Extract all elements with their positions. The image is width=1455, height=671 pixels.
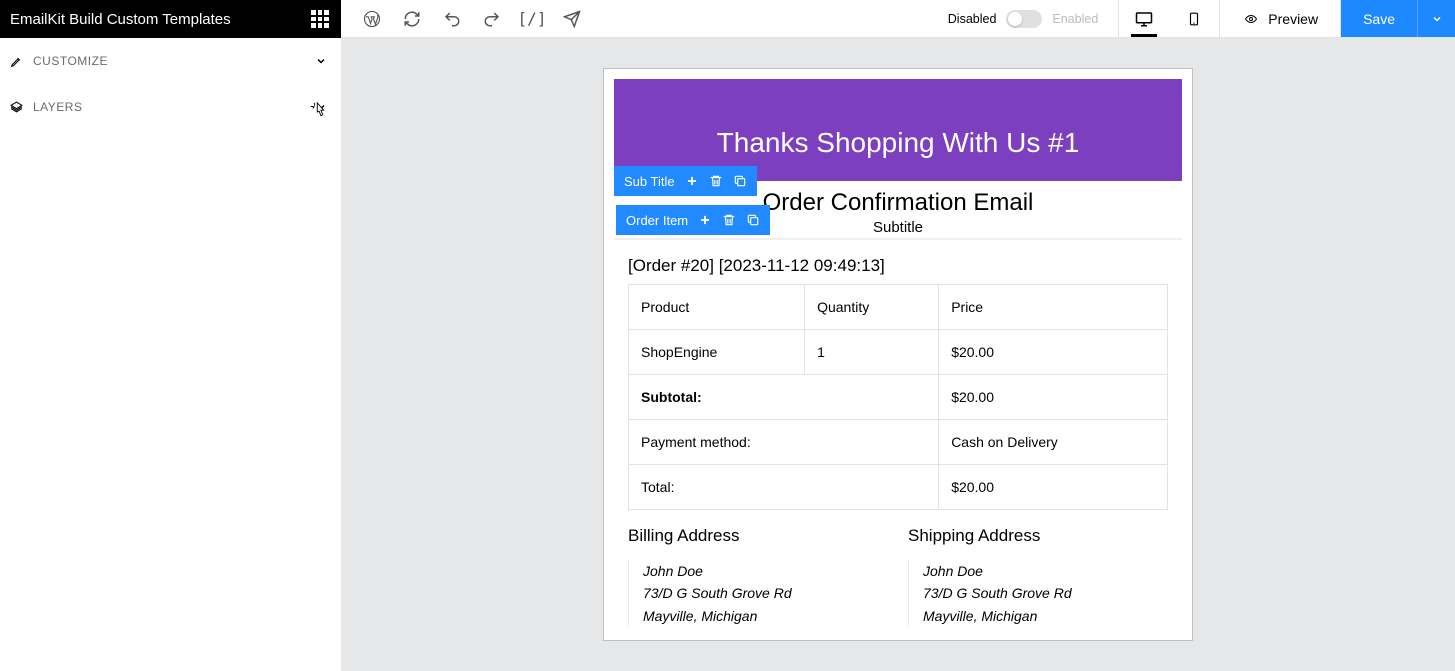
trash-icon[interactable] <box>709 174 723 188</box>
addr-name: John Doe <box>923 560 1168 582</box>
device-mobile-button[interactable] <box>1169 0 1219 37</box>
widget-tag-orderitem: Order Item <box>616 205 770 235</box>
panel-layers[interactable]: LAYERS <box>0 84 341 130</box>
redo-icon[interactable] <box>483 10 501 28</box>
chevron-down-icon <box>1431 13 1443 25</box>
order-table: Product Quantity Price ShopEngine 1 $20.… <box>628 284 1168 510</box>
app-title: EmailKit Build Custom Templates <box>10 11 231 28</box>
panel-customize[interactable]: CUSTOMIZE <box>0 38 341 84</box>
eye-icon <box>1242 13 1260 25</box>
total-label: Total: <box>629 465 939 510</box>
widget-tag-label: Sub Title <box>624 174 675 189</box>
payment-label: Payment method: <box>629 420 939 465</box>
cell-quantity: 1 <box>805 330 939 375</box>
apps-grid-icon[interactable] <box>311 10 329 28</box>
payment-value: Cash on Delivery <box>939 420 1168 465</box>
addr-city: Mayville, Michigan <box>643 605 888 627</box>
chevron-down-icon <box>315 55 327 67</box>
addresses[interactable]: Billing Address John Doe 73/D G South Gr… <box>614 526 1182 647</box>
canvas[interactable]: Thanks Shopping With Us #1 Sub Title <box>341 38 1455 671</box>
save-dropdown-button[interactable] <box>1417 0 1455 37</box>
hero-title: Thanks Shopping With Us #1 <box>634 127 1162 159</box>
order-meta: [Order #20] [2023-11-12 09:49:13] <box>628 256 1168 276</box>
sidebar: EmailKit Build Custom Templates CUSTOMIZ… <box>0 0 341 671</box>
widget-tag-subtitle: Sub Title <box>614 166 757 196</box>
enable-toggle-group: Disabled Enabled <box>948 10 1119 28</box>
layers-icon <box>10 101 23 114</box>
table-row: Subtotal: $20.00 <box>629 375 1168 420</box>
addr-name: John Doe <box>643 560 888 582</box>
th-product: Product <box>629 285 805 330</box>
save-button[interactable]: Save <box>1341 0 1417 37</box>
email-frame: Thanks Shopping With Us #1 Sub Title <box>603 68 1193 641</box>
cell-price: $20.00 <box>939 330 1168 375</box>
preview-button[interactable]: Preview <box>1220 0 1341 37</box>
chevron-down-icon <box>315 101 327 113</box>
toggle-enabled-label: Enabled <box>1052 12 1098 26</box>
topbar: [/] Disabled Enabled P <box>341 0 1455 38</box>
device-switcher <box>1118 0 1220 37</box>
send-icon[interactable] <box>563 10 581 28</box>
add-icon[interactable] <box>685 174 699 188</box>
panel-label: CUSTOMIZE <box>33 54 315 68</box>
pencil-icon <box>10 55 23 68</box>
shipping-address: Shipping Address John Doe 73/D G South G… <box>908 526 1168 627</box>
add-icon[interactable] <box>698 213 712 227</box>
shipping-title: Shipping Address <box>908 526 1168 546</box>
enable-toggle[interactable] <box>1006 10 1042 28</box>
th-quantity: Quantity <box>805 285 939 330</box>
subtotal-value: $20.00 <box>939 375 1168 420</box>
main-area: [/] Disabled Enabled P <box>341 0 1455 671</box>
th-price: Price <box>939 285 1168 330</box>
billing-address: Billing Address John Doe 73/D G South Gr… <box>628 526 888 627</box>
sidebar-header: EmailKit Build Custom Templates <box>0 0 341 38</box>
toggle-disabled-label: Disabled <box>948 12 997 26</box>
device-desktop-button[interactable] <box>1119 0 1169 37</box>
billing-title: Billing Address <box>628 526 888 546</box>
email-hero[interactable]: Thanks Shopping With Us #1 Sub Title <box>614 79 1182 181</box>
addr-street: 73/D G South Grove Rd <box>923 582 1168 604</box>
total-value: $20.00 <box>939 465 1168 510</box>
refresh-icon[interactable] <box>403 10 421 28</box>
widget-tag-label: Order Item <box>626 213 688 228</box>
panel-label: LAYERS <box>33 100 315 114</box>
order-details[interactable]: [Order #20] [2023-11-12 09:49:13] Produc… <box>614 244 1182 526</box>
shortcode-icon[interactable]: [/] <box>523 10 541 28</box>
wordpress-icon[interactable] <box>363 10 381 28</box>
trash-icon[interactable] <box>722 213 736 227</box>
table-row: ShopEngine 1 $20.00 <box>629 330 1168 375</box>
addr-street: 73/D G South Grove Rd <box>643 582 888 604</box>
undo-icon[interactable] <box>443 10 461 28</box>
copy-icon[interactable] <box>733 174 747 188</box>
copy-icon[interactable] <box>746 213 760 227</box>
cell-product: ShopEngine <box>629 330 805 375</box>
table-row: Payment method: Cash on Delivery <box>629 420 1168 465</box>
table-row: Product Quantity Price <box>629 285 1168 330</box>
preview-label: Preview <box>1268 11 1318 27</box>
addr-city: Mayville, Michigan <box>923 605 1168 627</box>
subtotal-label: Subtotal: <box>629 375 939 420</box>
table-row: Total: $20.00 <box>629 465 1168 510</box>
